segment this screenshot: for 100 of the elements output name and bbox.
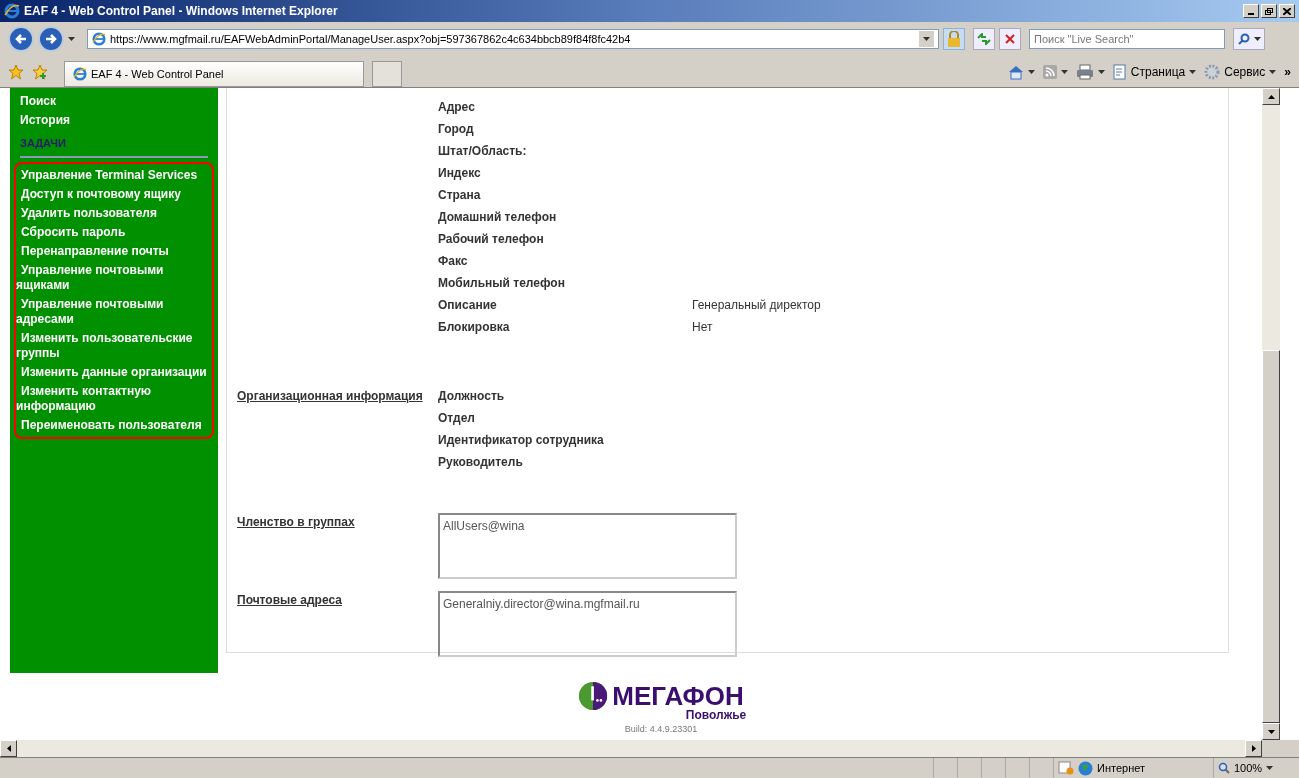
section-link[interactable]: Почтовые адреса [237, 591, 438, 609]
task-link[interactable]: Перенаправление почты [16, 244, 212, 259]
forward-arrow-icon [45, 34, 57, 44]
restore-button[interactable] [1261, 4, 1277, 18]
task-link[interactable]: Переименовать пользователя [16, 418, 212, 433]
field-label: Адрес [438, 99, 476, 116]
command-menu[interactable]: Сервис [1204, 62, 1277, 81]
task-link[interactable]: Доступ к почтовому ящику [16, 187, 212, 202]
field-label: Рабочий телефон [438, 231, 545, 248]
section-link[interactable]: Членство в группах [237, 513, 438, 531]
field-label: Домашний телефон [438, 209, 558, 226]
field-value: Нет [692, 319, 713, 336]
task-link[interactable]: Управление Terminal Services [16, 168, 212, 183]
address-field[interactable]: https://www.mgfmail.ru/EAFWebAdminPortal/ManageUser.aspx?obj=597367862c4c634bbcb89f84f8fc42b4 [87, 29, 939, 49]
command-button[interactable] [1075, 63, 1105, 80]
task-link[interactable]: Изменить пользовательские группы [16, 331, 212, 361]
field-label: Город [438, 121, 475, 138]
browser-logo-icon [4, 3, 20, 19]
zoom-level[interactable]: 100% [1234, 759, 1263, 777]
left-arrow-icon [6, 745, 11, 752]
security-zone: Интернет [1097, 760, 1145, 776]
scroll-right-button[interactable] [1245, 740, 1262, 757]
stop-button[interactable] [999, 28, 1021, 50]
home-icon[interactable] [1007, 63, 1024, 80]
sidebar-link[interactable]: История [20, 113, 71, 127]
browser-logo-icon [73, 67, 87, 81]
caret-icon [923, 37, 930, 41]
command-button[interactable] [1007, 63, 1035, 80]
field-label: Описание [438, 297, 498, 314]
sidebar-link[interactable]: Поиск [20, 94, 56, 108]
browser-tab[interactable]: EAF 4 - Web Control Panel [64, 61, 364, 87]
window-title: EAF 4 - Web Control Panel - Windows Internet Explorer [24, 3, 338, 20]
field-label: Должность [438, 389, 505, 403]
task-link[interactable]: Сбросить пароль [16, 225, 212, 240]
search-icon [1237, 33, 1250, 45]
task-link[interactable]: Изменить контактную информацию [16, 384, 212, 414]
more-chevron[interactable]: » [1284, 62, 1291, 81]
globe-icon [1078, 760, 1093, 776]
refresh-button[interactable] [973, 28, 995, 50]
list-box[interactable]: AllUsers@wina [438, 513, 737, 579]
address-dropdown-button[interactable] [919, 31, 934, 47]
logo-icon [578, 681, 609, 711]
logo-wordmark: МЕГАФОН [612, 683, 744, 709]
task-link[interactable]: Управление почтовыми адресами [16, 297, 212, 327]
minimize-button[interactable] [1243, 4, 1259, 18]
caret-icon [1097, 69, 1105, 74]
caret-icon [1269, 69, 1277, 74]
scroll-up-button[interactable] [1262, 88, 1280, 105]
list-item[interactable]: AllUsers@wina [443, 517, 732, 535]
task-link[interactable]: Изменить данные организации [16, 365, 212, 380]
page-icon [1112, 63, 1127, 80]
zoom-icon [1218, 762, 1230, 774]
caret-icon [1266, 766, 1274, 770]
field-label: Страна [438, 187, 482, 204]
right-arrow-icon [1251, 745, 1256, 752]
refresh-icon [977, 33, 991, 45]
field-label: Штат/Область: [438, 143, 528, 160]
down-arrow-icon [1267, 729, 1275, 734]
vertical-scrollbar[interactable] [1262, 88, 1280, 740]
close-icon [1283, 7, 1291, 15]
scroll-left-button[interactable] [0, 740, 17, 757]
up-arrow-icon [1267, 94, 1275, 99]
task-link[interactable]: Управление почтовыми ящиками [16, 263, 212, 293]
close-button[interactable] [1279, 4, 1295, 18]
forward-button[interactable] [38, 26, 64, 52]
back-arrow-icon [15, 34, 27, 44]
star-icon[interactable] [8, 63, 24, 80]
field-label: Идентификатор сотрудника [438, 433, 604, 447]
list-box[interactable]: Generalniy.director@wina.mgfmail.ru [438, 591, 737, 657]
caret-icon [1060, 69, 1068, 74]
close-icon [1005, 34, 1015, 44]
field-label: Руководитель [438, 455, 523, 469]
scroll-down-button[interactable] [1262, 723, 1280, 740]
list-item[interactable]: Generalniy.director@wina.mgfmail.ru [443, 595, 732, 613]
section-link[interactable]: Организационная информация [237, 385, 438, 407]
caret-icon [1189, 69, 1197, 74]
back-button[interactable] [8, 26, 34, 52]
build-number: Build: 4.4.9.23301 [624, 724, 698, 734]
logo-region: Поволжье [685, 709, 747, 721]
horizontal-scrollbar[interactable] [0, 740, 1262, 757]
field-value: Генеральный директор [692, 297, 821, 314]
command-button[interactable] [1042, 64, 1068, 79]
caret-icon [1027, 69, 1035, 74]
browser-logo-icon [92, 32, 106, 46]
tab-title: EAF 4 - Web Control Panel [91, 66, 224, 82]
scroll-thumb[interactable] [1262, 350, 1280, 723]
printer-icon[interactable] [1075, 63, 1094, 80]
sidebar-heading: ЗАДАЧИ [20, 137, 66, 149]
command-menu[interactable]: Страница [1112, 62, 1197, 81]
restore-icon [1265, 7, 1273, 15]
search-field[interactable]: Поиск "Live Search" [1029, 29, 1225, 49]
caret-icon [68, 37, 75, 41]
field-label: Блокировка [438, 319, 511, 336]
field-label: Отдел [438, 411, 475, 425]
task-link[interactable]: Удалить пользователя [16, 206, 212, 221]
gear-icon [1204, 63, 1221, 80]
protected-mode-icon [1058, 761, 1074, 775]
address-url: https://www.mgfmail.ru/EAFWebAdminPortal/ManageUser.aspx?obj=597367862c4c634bbcb89f84f8fc42b4 [110, 31, 631, 47]
search-button[interactable] [1233, 28, 1265, 50]
caret-icon [1253, 37, 1261, 41]
